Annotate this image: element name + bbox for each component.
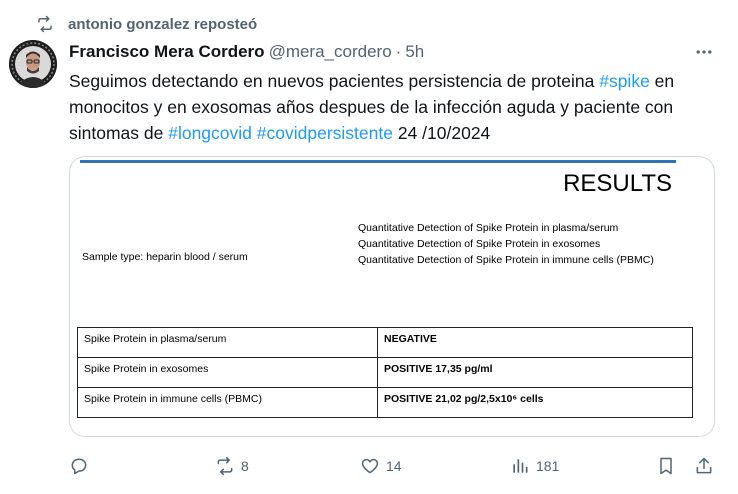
repost-indicator[interactable]: antonio gonzalez reposteó (36, 12, 257, 36)
like-count: 14 (386, 458, 402, 474)
row-value: NEGATIVE (377, 327, 693, 358)
row-value: POSITIVE 21,02 pg/2,5x10⁶ cells (377, 387, 693, 418)
media-bottom-edge (70, 428, 714, 436)
sample-type: Sample type: heparin blood / serum (82, 251, 248, 263)
views-icon (513, 459, 528, 473)
reply-icon (71, 458, 87, 475)
more-icon (696, 50, 712, 54)
repost-count: 8 (241, 458, 249, 474)
table-row: Spike Protein in immune cells (PBMC) POS… (77, 387, 693, 418)
row-label: Spike Protein in plasma/serum (77, 327, 378, 358)
row-label: Spike Protein in exosomes (77, 357, 378, 388)
quant-line: Quantitative Detection of Spike Protein … (358, 238, 601, 250)
avatar[interactable] (9, 40, 57, 88)
views-button[interactable]: 181 (510, 452, 559, 480)
report-header-bar (80, 160, 676, 163)
tweet-time[interactable]: 5h (405, 42, 424, 62)
repost-button[interactable]: 8 (215, 452, 249, 480)
repost-icon (217, 456, 233, 476)
bookmark-icon (660, 457, 672, 475)
row-value: POSITIVE 17,35 pg/ml (377, 357, 693, 388)
more-button[interactable] (692, 42, 716, 62)
tweet-header: Francisco Mera Cordero @mera_cordero · 5… (69, 40, 424, 64)
tweet-date: 24 /10/2024 (392, 123, 491, 143)
hashtag-longcovid[interactable]: #longcovid (168, 123, 252, 143)
share-icon (696, 457, 712, 474)
separator-dot: · (395, 42, 402, 61)
hashtag-spike[interactable]: #spike (599, 71, 650, 91)
table-row: Spike Protein in plasma/serum NEGATIVE (77, 327, 693, 358)
quantitative-list: Quantitative Detection of Spike Protein … (358, 220, 654, 268)
reply-button[interactable] (69, 452, 89, 480)
share-button[interactable] (694, 452, 714, 480)
table-row: Spike Protein in exosomes POSITIVE 17,35… (77, 357, 693, 388)
bookmark-button[interactable] (656, 452, 676, 480)
tweet-text-part: Seguimos detectando en nuevos pacientes … (69, 71, 600, 91)
tweet-text: Seguimos detectando en nuevos pacientes … (69, 68, 729, 146)
repost-text[interactable]: antonio gonzalez reposteó (68, 16, 257, 33)
quant-line: Quantitative Detection of Spike Protein … (358, 254, 654, 266)
action-bar: 8 14 181 (69, 452, 719, 480)
repost-icon (38, 15, 52, 33)
quant-line: Quantitative Detection of Spike Protein … (358, 222, 619, 234)
row-label: Spike Protein in immune cells (PBMC) (77, 387, 378, 418)
author-handle[interactable]: @mera_cordero (269, 42, 392, 62)
heart-icon (361, 458, 379, 474)
views-count: 181 (536, 458, 560, 474)
results-table: Spike Protein in plasma/serum NEGATIVE S… (77, 327, 693, 418)
like-button[interactable]: 14 (360, 452, 402, 480)
media-image[interactable]: RESULTS Quantitative Detection of Spike … (69, 156, 715, 437)
author-name[interactable]: Francisco Mera Cordero (69, 42, 265, 62)
avatar-image (9, 40, 57, 88)
hashtag-covidpersistente[interactable]: #covidpersistente (257, 123, 393, 143)
report-title: RESULTS (563, 170, 672, 197)
